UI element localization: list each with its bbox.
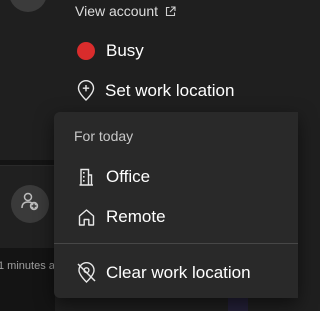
flyout-section-header: For today	[74, 128, 134, 144]
location-add-icon	[76, 80, 96, 102]
clear-work-location-label: Clear work location	[106, 263, 251, 282]
home-icon	[77, 207, 96, 227]
add-people-button[interactable]	[11, 185, 49, 223]
option-label-office: Office	[106, 167, 151, 186]
option-label-remote: Remote	[106, 207, 166, 226]
status-label: Busy	[106, 41, 144, 60]
view-account-link[interactable]: View account	[75, 1, 176, 21]
building-icon	[78, 167, 94, 187]
location-option-remote[interactable]: Remote	[77, 206, 166, 228]
busy-status-dot	[77, 42, 95, 60]
set-work-location-item[interactable]: Set work location	[76, 80, 234, 102]
people-add-icon	[19, 191, 41, 218]
location-off-icon	[76, 262, 97, 284]
location-option-office[interactable]: Office	[78, 166, 150, 188]
clear-work-location-item[interactable]: Clear work location	[76, 262, 251, 284]
external-link-icon	[165, 5, 176, 17]
set-work-location-label: Set work location	[105, 81, 235, 100]
view-account-label: View account	[75, 3, 159, 19]
status-busy[interactable]: Busy	[77, 40, 144, 62]
flyout-divider	[54, 243, 298, 244]
